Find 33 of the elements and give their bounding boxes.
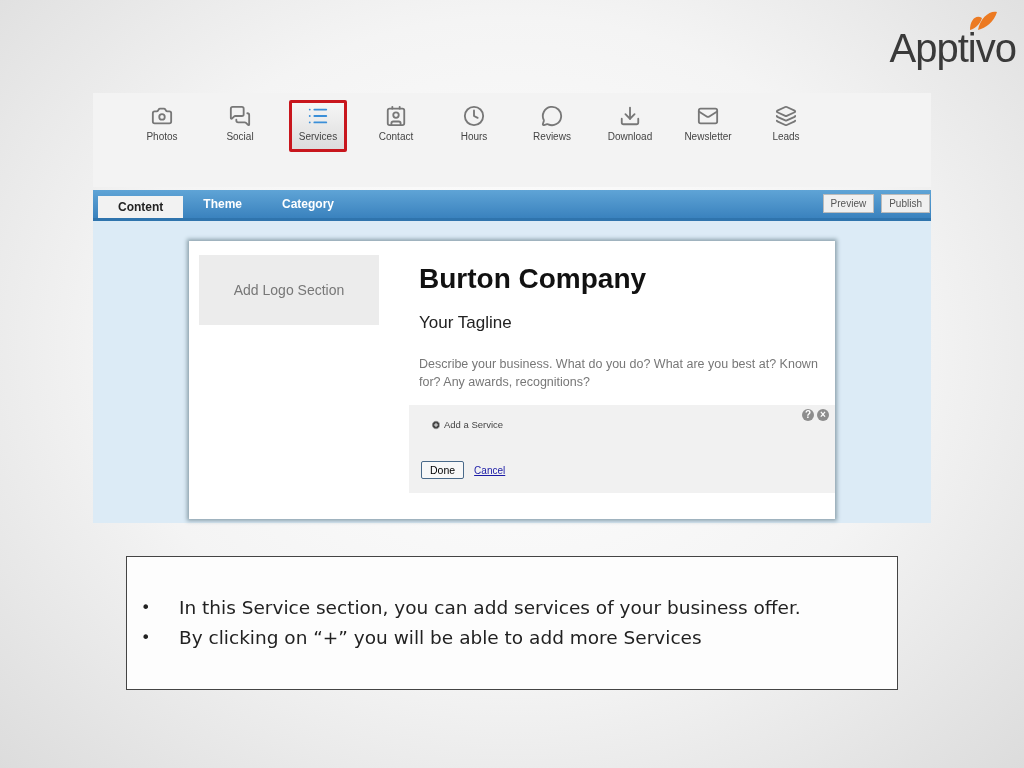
toolbar-button[interactable]: Reviews: [513, 100, 591, 187]
download-icon: [619, 105, 641, 127]
done-button[interactable]: Done: [421, 461, 465, 479]
clock-icon: [463, 105, 485, 127]
company-name: Burton Company: [419, 263, 648, 295]
toolbar-button[interactable]: Leads: [747, 100, 825, 187]
add-service-link[interactable]: Add a Service: [444, 419, 504, 430]
toolbar-button[interactable]: Hours: [435, 100, 513, 187]
cancel-link[interactable]: Cancel: [474, 464, 506, 476]
speech-bubble-icon: [541, 105, 563, 127]
note-text: By clicking on “+” you will be able to add more Services: [179, 626, 702, 650]
logo-placeholder[interactable]: Add Logo Section: [199, 255, 379, 325]
chat-bubbles-icon: [229, 105, 251, 127]
stacked-cards-icon: [775, 105, 797, 127]
toolbar-button[interactable]: Contact: [357, 100, 435, 187]
envelope-icon: [697, 105, 719, 127]
bullet: •: [140, 627, 152, 649]
note-text: In this Service section, you can add services of your business offer.: [179, 596, 801, 620]
bullet: •: [140, 597, 152, 619]
toolbar-button[interactable]: Photos: [123, 100, 201, 187]
description: Describe your business. What do you do? What are you best at? Known for? Any awards, recognitions?: [419, 356, 819, 391]
camera-icon: [151, 105, 173, 127]
leaf-icon: [968, 10, 998, 32]
logo: Apptivo: [889, 22, 1016, 74]
tab[interactable]: Content: [98, 196, 184, 218]
toolbar-button[interactable]: Preview: [822, 193, 875, 213]
tagline: Your Tagline: [419, 313, 513, 333]
toolbar-button[interactable]: Download: [591, 100, 669, 187]
toolbar-button[interactable]: Services: [289, 100, 347, 152]
toolbar-button[interactable]: Social: [201, 100, 279, 187]
toolbar-button[interactable]: Publish: [881, 193, 930, 213]
toolbar-button[interactable]: Newsletter: [669, 100, 747, 187]
contact-card-icon: [385, 105, 407, 127]
